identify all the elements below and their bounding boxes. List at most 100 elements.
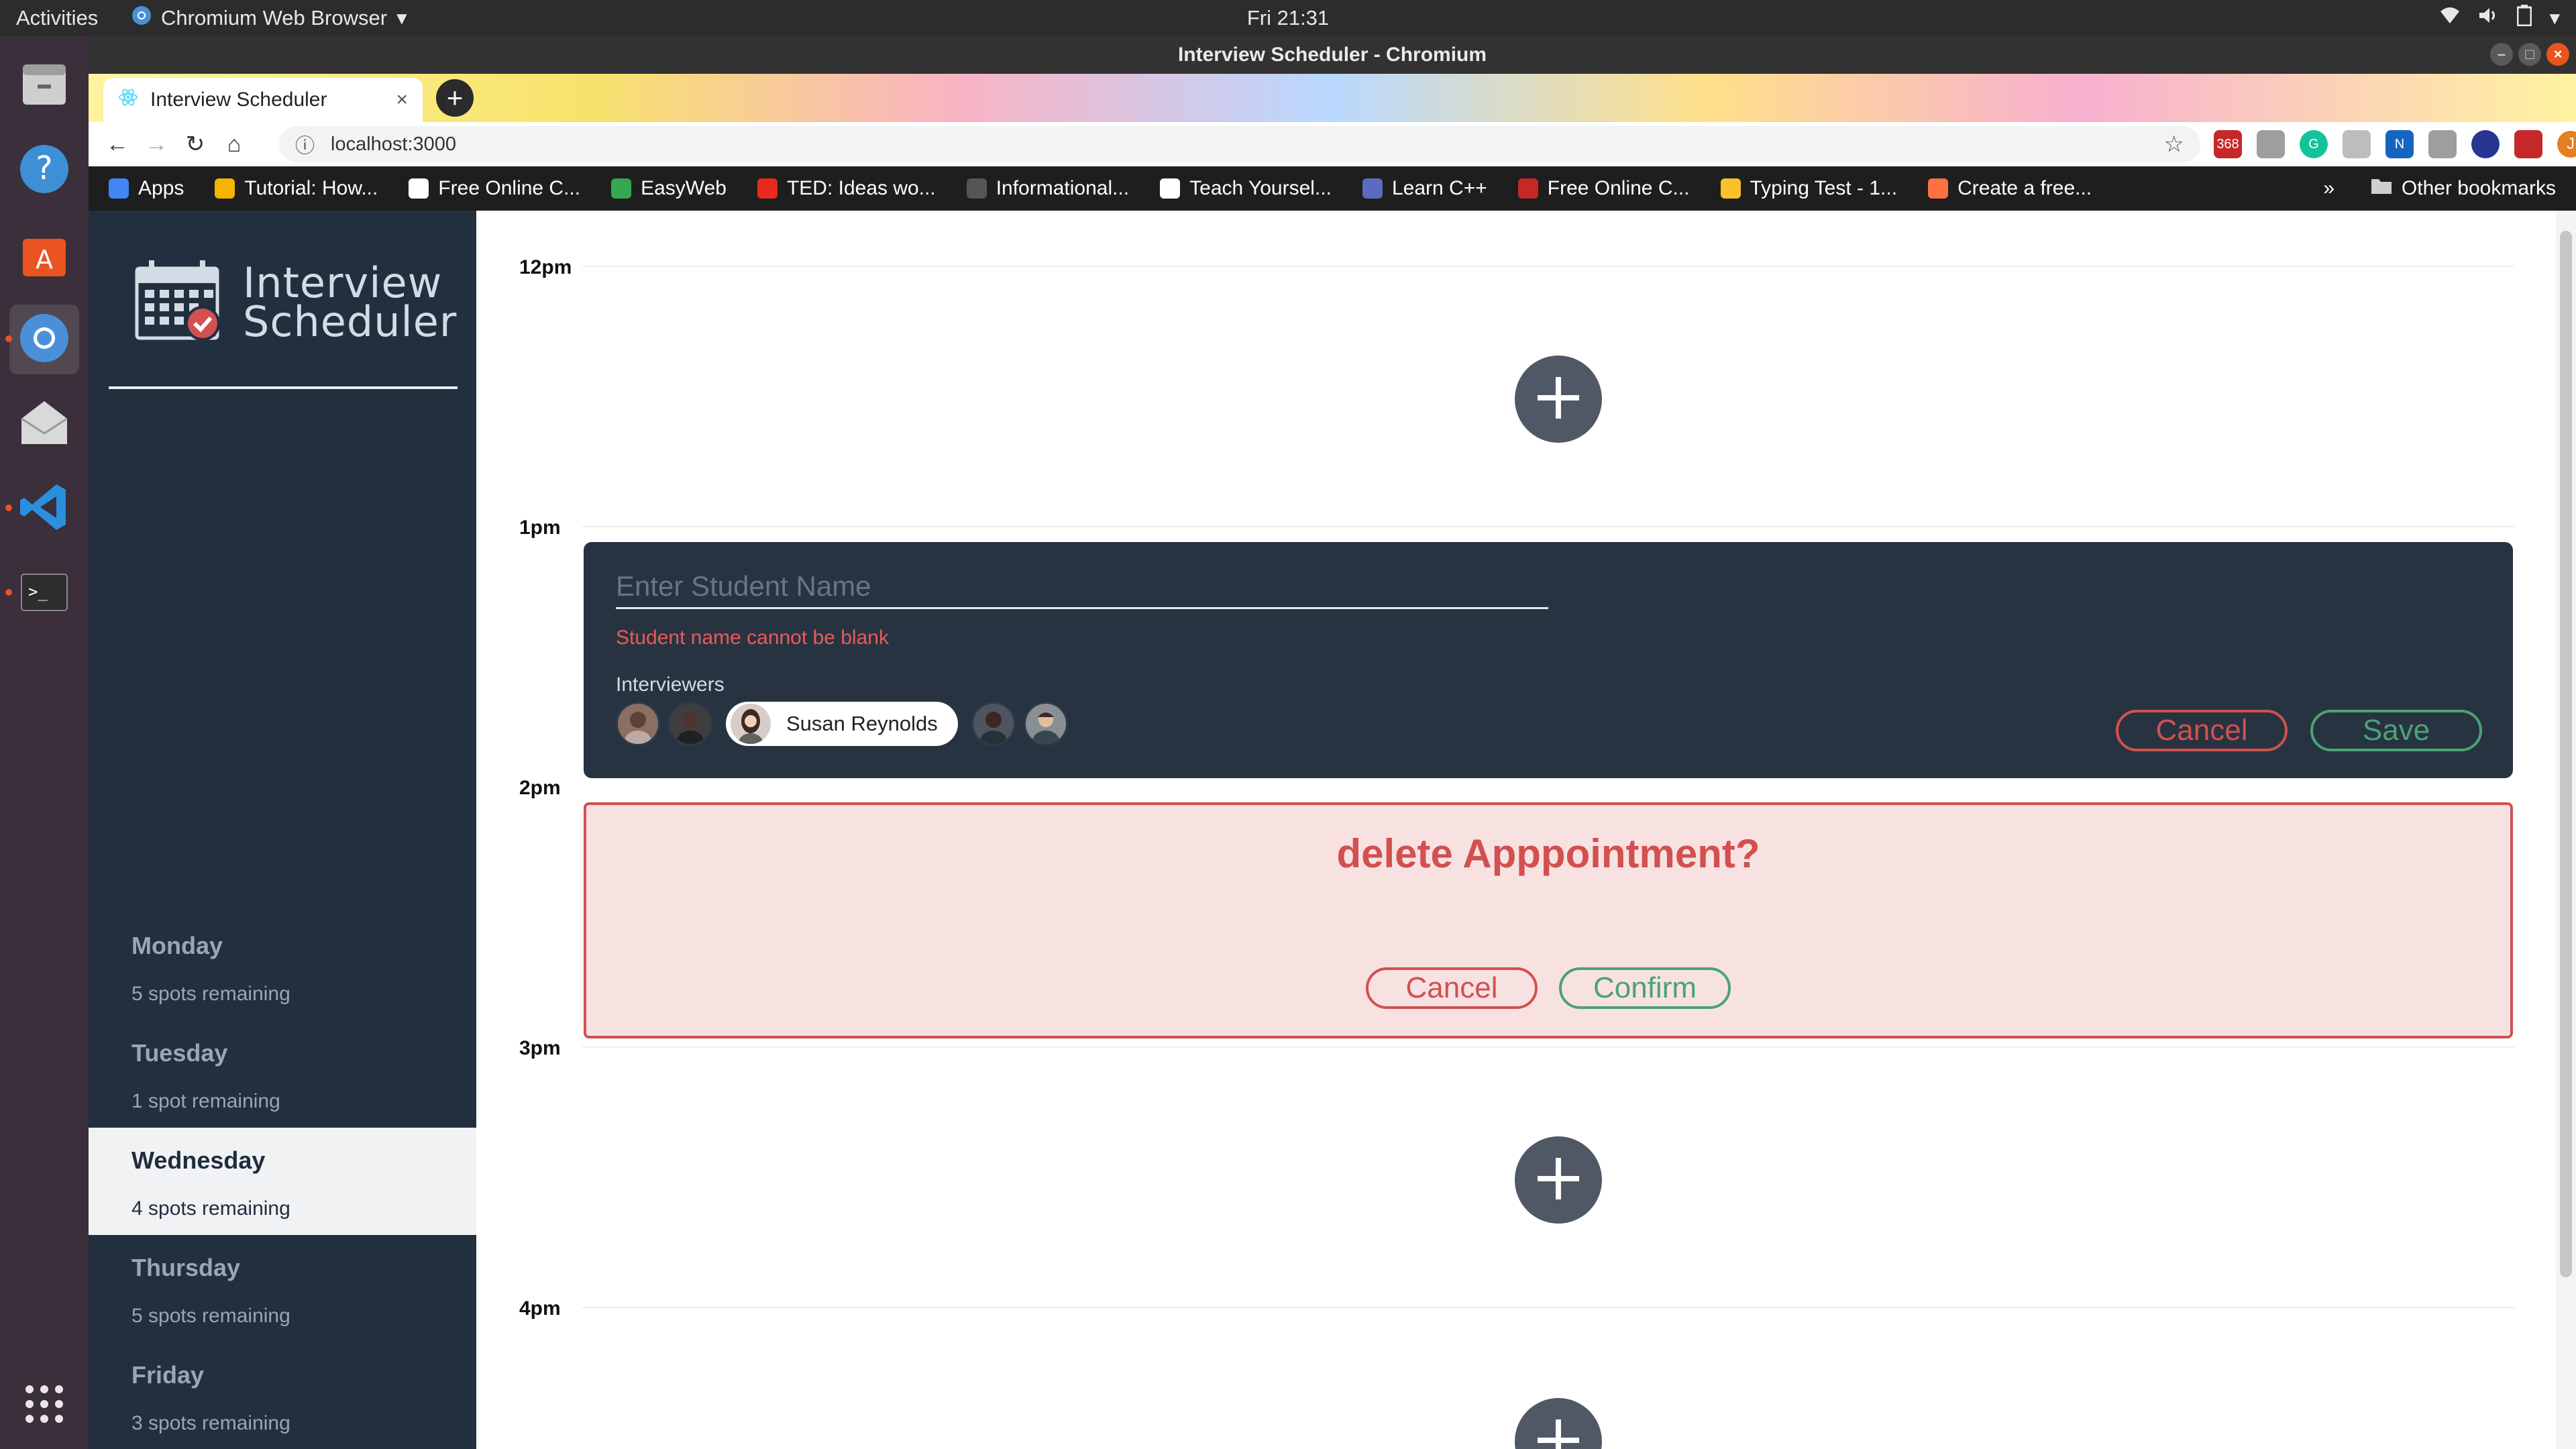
bookmark-item[interactable]: Informational... — [966, 177, 1129, 200]
info-icon[interactable]: ⓘ — [295, 130, 315, 158]
bookmark-item[interactable]: Apps — [109, 177, 184, 200]
n-extension-icon[interactable]: N — [2385, 130, 2414, 158]
window-controls: – □ × — [2490, 43, 2569, 66]
svg-text:A: A — [36, 245, 53, 274]
bookmark-favicon-icon — [1160, 178, 1181, 199]
bookmarks-overflow-button[interactable]: » — [2323, 177, 2334, 200]
day-item-wednesday[interactable]: Wednesday 4 spots remaining — [89, 1128, 476, 1235]
dock-help[interactable]: ? — [9, 136, 79, 205]
dock-terminal[interactable]: >_ — [5, 558, 79, 628]
day-spots: 5 spots remaining — [131, 983, 290, 1005]
confirm-delete-button[interactable]: Confirm — [1559, 967, 1731, 1009]
bookmark-item[interactable]: Free Online C... — [409, 177, 580, 200]
other-bookmarks-label: Other bookmarks — [2401, 177, 2556, 199]
scrollbar-thumb[interactable] — [2560, 231, 2572, 1277]
tab-strip: Interview Scheduler × + — [89, 74, 2576, 122]
help-icon: ? — [17, 142, 71, 199]
close-window-button[interactable]: × — [2546, 43, 2569, 66]
app-grid-icon — [23, 1385, 66, 1428]
running-indicator — [5, 504, 12, 511]
interviewer-avatar[interactable] — [668, 702, 712, 746]
interview-scheduler-app: Interview Scheduler Monday 5 spots remai… — [89, 211, 2576, 1449]
tab-interview-scheduler[interactable]: Interview Scheduler × — [103, 78, 423, 122]
extension-icon[interactable] — [2471, 130, 2500, 158]
add-appointment-button[interactable] — [1515, 1398, 1602, 1449]
extension-icon[interactable] — [2257, 130, 2285, 158]
dock-vscode[interactable] — [5, 474, 79, 543]
url-text: localhost:3000 — [331, 133, 457, 155]
time-label: 4pm — [519, 1297, 561, 1320]
dock-software[interactable]: A — [9, 220, 79, 290]
mail-extension-icon[interactable]: 368 — [2214, 130, 2242, 158]
interviewer-selected[interactable]: Susan Reynolds — [726, 702, 958, 746]
other-bookmarks[interactable]: Other bookmarks — [2371, 177, 2556, 200]
interviewer-avatar[interactable] — [1023, 702, 1068, 746]
cancel-delete-button[interactable]: Cancel — [1366, 967, 1538, 1009]
running-indicator — [5, 335, 12, 342]
dock-mail[interactable] — [9, 389, 79, 459]
bookmark-item[interactable]: Typing Test - 1... — [1720, 177, 1898, 200]
grammarly-icon[interactable]: G — [2300, 130, 2328, 158]
reload-icon[interactable]: ↻ — [176, 131, 215, 158]
scrollbar[interactable] — [2556, 211, 2576, 1449]
interviewer-avatar[interactable] — [971, 702, 1016, 746]
add-appointment-button[interactable] — [1515, 356, 1602, 443]
window-title: Interview Scheduler - Chromium — [1177, 44, 1487, 66]
interviewer-avatar[interactable] — [616, 702, 660, 746]
day-spots: 3 spots remaining — [131, 1412, 290, 1434]
save-button[interactable]: Save — [2310, 710, 2482, 751]
chromium-icon — [131, 5, 152, 31]
bookmark-favicon-icon — [966, 178, 987, 199]
plus-icon — [1535, 374, 1582, 425]
new-tab-button[interactable]: + — [436, 79, 474, 117]
window-extension-icon[interactable] — [2343, 130, 2371, 158]
day-spots: 5 spots remaining — [131, 1305, 290, 1327]
star-icon[interactable]: ☆ — [2164, 131, 2184, 158]
forward-arrow-icon[interactable]: → — [137, 131, 176, 158]
cancel-button[interactable]: Cancel — [2116, 710, 2288, 751]
home-icon[interactable]: ⌂ — [215, 131, 254, 158]
bookmark-item[interactable]: Create a free... — [1928, 177, 2092, 200]
bookmark-item[interactable]: TED: Ideas wo... — [757, 177, 936, 200]
bookmark-item[interactable]: Tutorial: How... — [215, 177, 378, 200]
extension-icon[interactable] — [2428, 130, 2457, 158]
plus-icon — [1535, 1155, 1582, 1205]
student-name-input[interactable] — [616, 565, 1548, 609]
day-name: Monday — [131, 932, 223, 959]
day-name: Tuesday — [131, 1039, 228, 1067]
bookmark-item[interactable]: Free Online C... — [1517, 177, 1690, 200]
schedule: 12pm 1pm Student name cannot be blank In… — [476, 211, 2576, 1449]
close-icon[interactable]: × — [396, 89, 408, 111]
bookmark-label: Tutorial: How... — [244, 177, 378, 199]
dock-chromium[interactable] — [5, 305, 79, 374]
vscode-icon — [17, 480, 71, 537]
back-arrow-icon[interactable]: ← — [98, 131, 137, 158]
time-label: 1pm — [519, 517, 561, 539]
day-item-friday[interactable]: Friday 3 spots remaining — [89, 1342, 476, 1449]
address-bar[interactable]: ⓘ localhost:3000 ☆ — [279, 126, 2200, 162]
extension-icon[interactable] — [2514, 130, 2542, 158]
maximize-button[interactable]: □ — [2518, 43, 2541, 66]
system-tray[interactable]: ▾ — [2439, 5, 2560, 32]
bookmark-item[interactable]: EasyWeb — [611, 177, 727, 200]
bookmark-label: Typing Test - 1... — [1750, 177, 1898, 199]
browser-toolbar: ← → ↻ ⌂ ⓘ localhost:3000 ☆ 368 G N J ⋮ — [89, 122, 2576, 166]
bookmark-item[interactable]: Learn C++ — [1362, 177, 1487, 200]
day-item-monday[interactable]: Monday 5 spots remaining — [89, 913, 476, 1020]
day-item-thursday[interactable]: Thursday 5 spots remaining — [89, 1235, 476, 1342]
show-applications-button[interactable] — [23, 1383, 66, 1429]
software-center-icon: A — [17, 227, 71, 284]
svg-text:>_: >_ — [28, 582, 48, 601]
bookmark-item[interactable]: Teach Yoursel... — [1160, 177, 1332, 200]
time-label: 3pm — [519, 1037, 561, 1059]
dock-files[interactable] — [9, 51, 79, 121]
bookmark-favicon-icon — [215, 178, 235, 199]
app-menu[interactable]: Chromium Web Browser ▾ — [131, 5, 407, 31]
appointment-form: Student name cannot be blank Interviewer… — [584, 542, 2513, 778]
minimize-button[interactable]: – — [2490, 43, 2513, 66]
interviewer-name: Susan Reynolds — [786, 712, 938, 735]
activities-button[interactable]: Activities — [16, 6, 98, 30]
day-item-tuesday[interactable]: Tuesday 1 spot remaining — [89, 1020, 476, 1128]
profile-avatar[interactable]: J — [2557, 131, 2576, 158]
add-appointment-button[interactable] — [1515, 1136, 1602, 1224]
